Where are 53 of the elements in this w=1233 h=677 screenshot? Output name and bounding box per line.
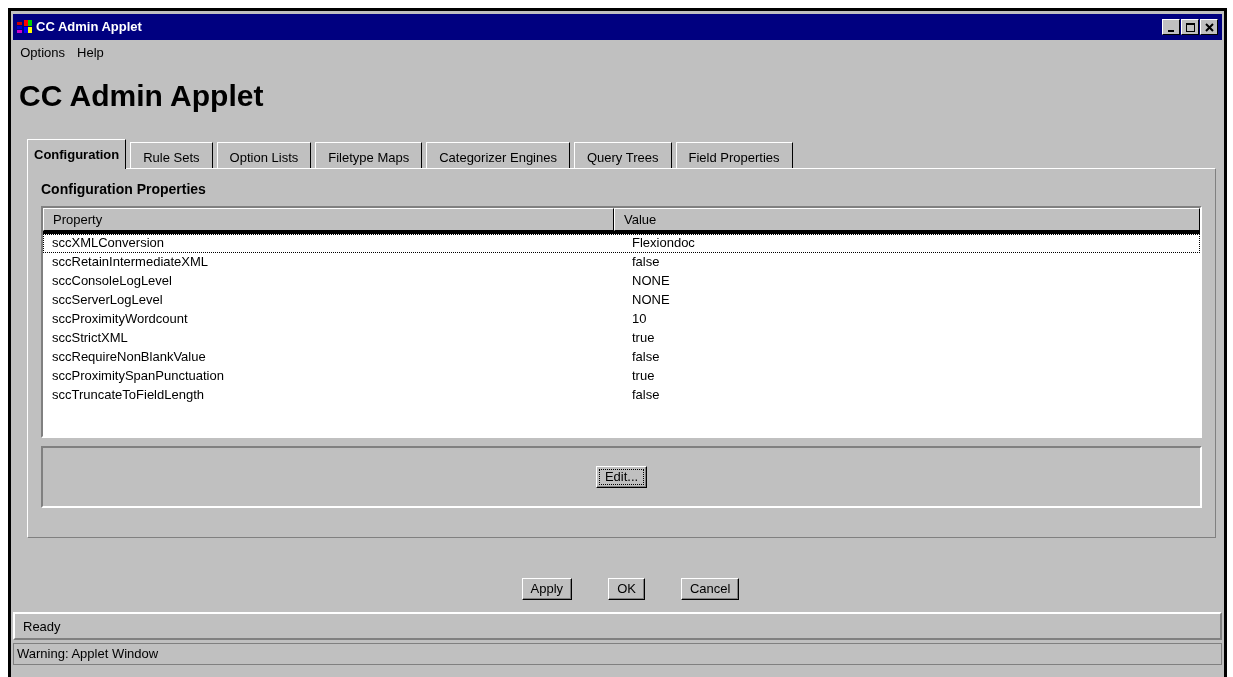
table-cell-text: sccProximityWordcount <box>52 310 189 329</box>
menu-item[interactable]: Options <box>14 43 72 63</box>
dialog-button[interactable]: Cancel <box>680 577 740 601</box>
tab[interactable]: Option Lists <box>216 141 312 168</box>
dialog-button[interactable]: OK <box>608 577 645 601</box>
table-row[interactable]: sccProximitySpanPunctuation true <box>43 367 1200 387</box>
dialog-button[interactable]: Apply <box>521 577 573 601</box>
tab[interactable]: Rule Sets <box>130 141 213 168</box>
table-cell-text: false <box>632 253 660 272</box>
edit-button[interactable]: Edit... <box>595 465 648 488</box>
table-cell-text: true <box>632 367 655 386</box>
table-cell-text: sccProximitySpanPunctuation <box>52 367 225 386</box>
column-header[interactable]: Property <box>43 207 614 232</box>
window-title: CC Admin Applet <box>36 18 142 37</box>
menu-item[interactable]: Help <box>71 43 110 63</box>
table-cell-text: false <box>632 386 660 405</box>
status-bar: Ready <box>13 612 1222 641</box>
table-row[interactable]: sccRequireNonBlankValue false <box>43 348 1200 368</box>
tab[interactable]: Query Trees <box>573 141 672 168</box>
table-cell-text: sccXMLConversion <box>52 234 165 253</box>
table-cell-text: sccServerLogLevel <box>52 291 164 310</box>
tab[interactable]: Configuration <box>27 138 127 169</box>
table-cell-text: sccConsoleLogLevel <box>52 272 173 291</box>
close-button[interactable] <box>1200 19 1218 35</box>
minimize-icon <box>1168 29 1174 32</box>
table-cell-text: sccTruncateToFieldLength <box>52 386 205 405</box>
table-row[interactable]: sccServerLogLevel NONE <box>43 291 1200 311</box>
tab[interactable]: Filetype Maps <box>315 141 423 168</box>
maximize-button[interactable] <box>1181 19 1199 35</box>
table-cell-text: false <box>632 348 660 367</box>
minimize-button[interactable] <box>1162 19 1180 35</box>
table-row[interactable]: sccTruncateToFieldLength false <box>43 386 1200 406</box>
page-heading: CC Admin Applet <box>19 77 265 114</box>
warning-bar: Warning: Applet Window <box>13 643 1222 665</box>
app-icon <box>17 20 33 34</box>
table-row[interactable]: sccConsoleLogLevel NONE <box>43 272 1200 292</box>
table-row[interactable]: sccRetainIntermediateXML false <box>43 253 1200 273</box>
table-cell-text: sccStrictXML <box>52 329 129 348</box>
table-cell-text: NONE <box>632 291 670 310</box>
table-cell-text: sccRetainIntermediateXML <box>52 253 210 272</box>
column-header[interactable]: Value <box>614 207 1200 232</box>
table-row[interactable]: sccXMLConversion Flexiondoc <box>43 234 1200 254</box>
section-title: Configuration Properties <box>41 179 207 199</box>
table-cell-text: true <box>632 329 655 348</box>
close-icon <box>1202 20 1216 34</box>
table-cell-text: Flexiondoc <box>632 234 695 253</box>
tab[interactable]: Categorizer Engines <box>426 141 570 168</box>
table-cell-text: 10 <box>632 310 647 329</box>
table-cell-text: NONE <box>632 272 670 291</box>
table-cell-text: sccRequireNonBlankValue <box>52 348 207 367</box>
tab[interactable]: Field Properties <box>675 141 793 168</box>
table-row[interactable]: sccStrictXML true <box>43 329 1200 349</box>
table-row[interactable]: sccProximityWordcount 10 <box>43 310 1200 330</box>
